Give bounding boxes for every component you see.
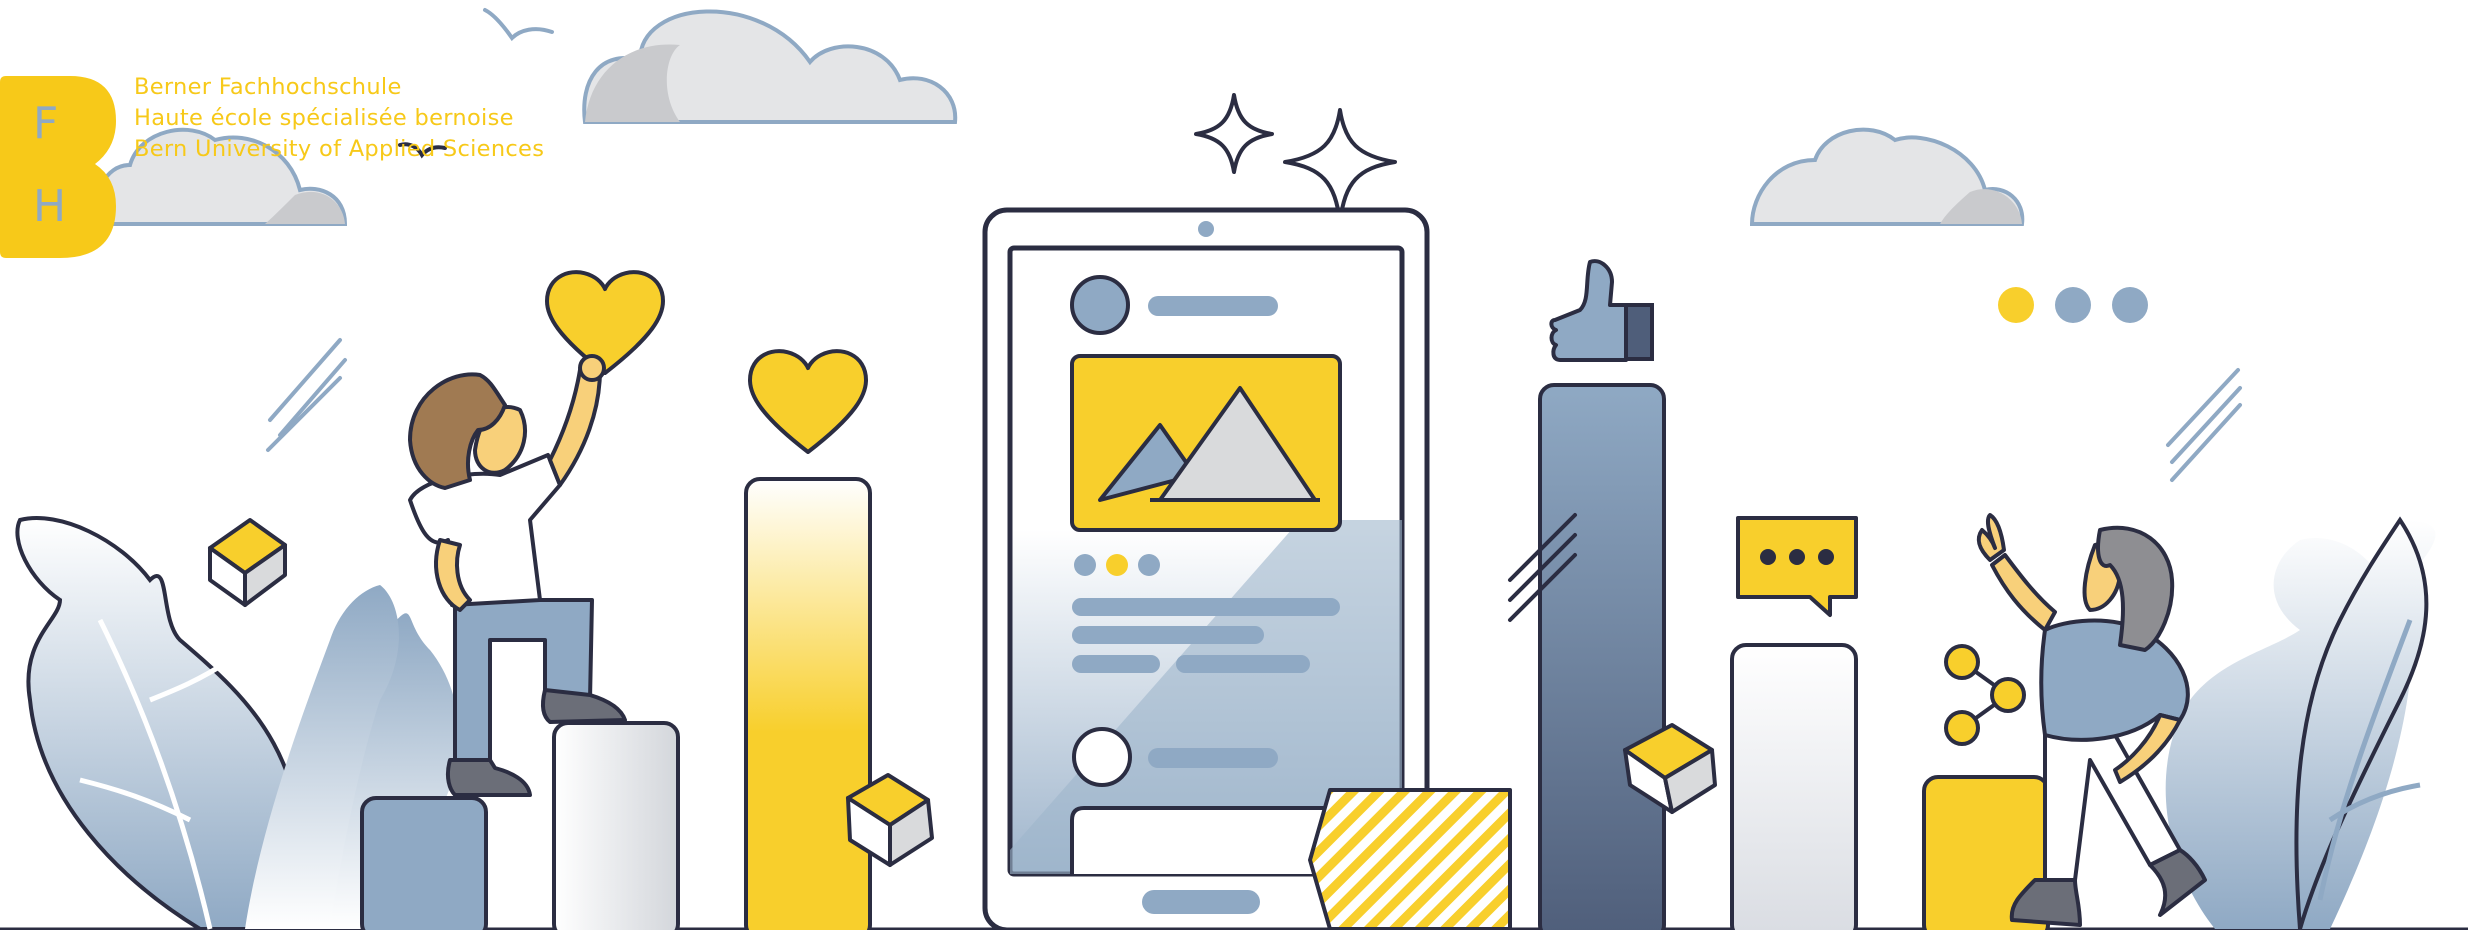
- bar-grey-short: [552, 721, 680, 930]
- institution-name: Berner Fachhochschule Haute école spécia…: [134, 72, 544, 165]
- logo-letter-h: H: [33, 181, 67, 232]
- cloud-icon: [1749, 127, 2025, 226]
- network-icon: [1944, 644, 2026, 746]
- striped-block: [1308, 788, 1512, 930]
- bar-blue-tall: [1538, 383, 1666, 930]
- institution-name-de: Berner Fachhochschule: [134, 74, 402, 100]
- camera-dot: [1198, 221, 1214, 237]
- leaf-plant-right: [2165, 516, 2436, 930]
- sparkle-icon: [1194, 93, 1274, 174]
- image-icon: [1070, 354, 1342, 532]
- chat-bubble-icon: [1736, 516, 1858, 617]
- bird-icon: [483, 8, 554, 42]
- logo-letter-f: F: [33, 98, 59, 149]
- institution-name-en: Bern University of Applied Sciences: [134, 136, 545, 162]
- bar-yellow: [744, 477, 872, 930]
- thumbs-up-icon: [1549, 259, 1654, 362]
- cube-icon: [208, 518, 287, 607]
- heart-icon: [545, 270, 665, 375]
- cloud-icon: [582, 9, 958, 124]
- bar-white: [1730, 643, 1858, 930]
- bar-blue-short: [360, 796, 488, 930]
- avatar: [1070, 275, 1130, 335]
- institution-name-fr: Haute école spécialisée bernoise: [134, 105, 514, 131]
- heart-icon: [748, 349, 868, 454]
- home-button: [1142, 890, 1260, 914]
- sparkle-icon: [1283, 108, 1397, 224]
